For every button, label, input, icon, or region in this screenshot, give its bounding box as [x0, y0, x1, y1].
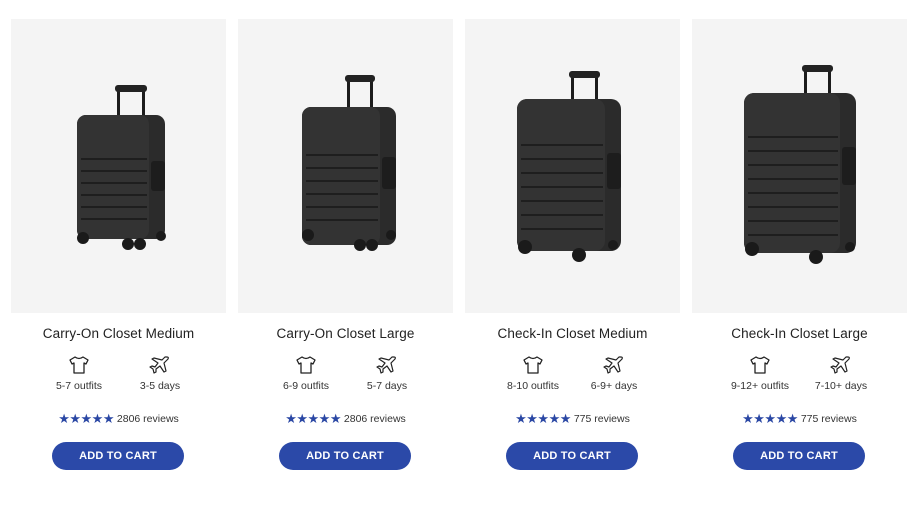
rating[interactable]: ★★★★★ 775 reviews — [465, 411, 680, 427]
product-title[interactable]: Check-In Closet Large — [692, 326, 907, 341]
review-count: 775 reviews — [800, 413, 857, 425]
tshirt-icon — [523, 356, 543, 374]
product-title[interactable]: Check-In Closet Medium — [465, 326, 680, 341]
feature-days: 5-7 days — [352, 355, 422, 392]
star-icon: ★★★★★ — [58, 411, 114, 426]
product-image-check-in-medium[interactable] — [465, 19, 680, 313]
product-card: Carry-On Closet Medium 5-7 outfits 3-5 d… — [11, 19, 226, 506]
rating[interactable]: ★★★★★ 775 reviews — [692, 411, 907, 427]
product-features: 8-10 outfits 6-9+ days — [465, 355, 680, 399]
add-to-cart-button[interactable]: ADD TO CART — [733, 442, 865, 470]
airplane-icon — [149, 356, 169, 374]
product-grid: Carry-On Closet Medium 5-7 outfits 3-5 d… — [0, 0, 910, 506]
feature-outfits: 9-12+ outfits — [725, 355, 795, 392]
add-to-cart-button[interactable]: ADD TO CART — [506, 442, 638, 470]
product-image-carry-on-medium[interactable] — [11, 19, 226, 313]
product-image-carry-on-large[interactable] — [238, 19, 453, 313]
suitcase-image — [744, 65, 856, 264]
feature-outfits-label: 8-10 outfits — [507, 380, 559, 392]
airplane-icon — [376, 356, 396, 374]
feature-days-label: 6-9+ days — [590, 380, 638, 392]
tshirt-icon — [750, 356, 770, 374]
feature-days: 3-5 days — [125, 355, 195, 392]
add-to-cart-button[interactable]: ADD TO CART — [52, 442, 184, 470]
add-to-cart-button[interactable]: ADD TO CART — [279, 442, 411, 470]
star-icon: ★★★★★ — [515, 411, 571, 426]
review-count: 775 reviews — [573, 413, 630, 425]
feature-days-label: 7-10+ days — [814, 380, 868, 392]
star-icon: ★★★★★ — [285, 411, 341, 426]
feature-days-label: 5-7 days — [366, 380, 408, 392]
tshirt-icon — [296, 356, 316, 374]
feature-outfits-label: 5-7 outfits — [55, 380, 103, 392]
review-count: 2806 reviews — [343, 413, 406, 425]
airplane-icon — [830, 356, 850, 374]
suitcase-image — [302, 75, 396, 251]
rating[interactable]: ★★★★★ 2806 reviews — [238, 411, 453, 427]
product-features: 5-7 outfits 3-5 days — [11, 355, 226, 399]
feature-days-label: 3-5 days — [139, 380, 181, 392]
feature-outfits: 6-9 outfits — [271, 355, 341, 392]
product-features: 6-9 outfits 5-7 days — [238, 355, 453, 399]
suitcase-image — [517, 71, 621, 262]
product-card: Check-In Closet Large 9-12+ outfits 7-10… — [692, 19, 907, 506]
feature-outfits-label: 9-12+ outfits — [730, 380, 790, 392]
product-card: Check-In Closet Medium 8-10 outfits 6-9+… — [465, 19, 680, 506]
feature-outfits: 8-10 outfits — [498, 355, 568, 392]
feature-days: 7-10+ days — [806, 355, 876, 392]
feature-outfits: 5-7 outfits — [44, 355, 114, 392]
tshirt-icon — [69, 356, 89, 374]
feature-outfits-label: 6-9 outfits — [282, 380, 330, 392]
product-title[interactable]: Carry-On Closet Large — [238, 326, 453, 341]
review-count: 2806 reviews — [116, 413, 179, 425]
product-image-check-in-large[interactable] — [692, 19, 907, 313]
product-card: Carry-On Closet Large 6-9 outfits 5-7 da… — [238, 19, 453, 506]
airplane-icon — [603, 356, 623, 374]
product-title[interactable]: Carry-On Closet Medium — [11, 326, 226, 341]
product-features: 9-12+ outfits 7-10+ days — [692, 355, 907, 399]
feature-days: 6-9+ days — [579, 355, 649, 392]
suitcase-image — [77, 85, 166, 250]
rating[interactable]: ★★★★★ 2806 reviews — [11, 411, 226, 427]
star-icon: ★★★★★ — [742, 411, 798, 426]
